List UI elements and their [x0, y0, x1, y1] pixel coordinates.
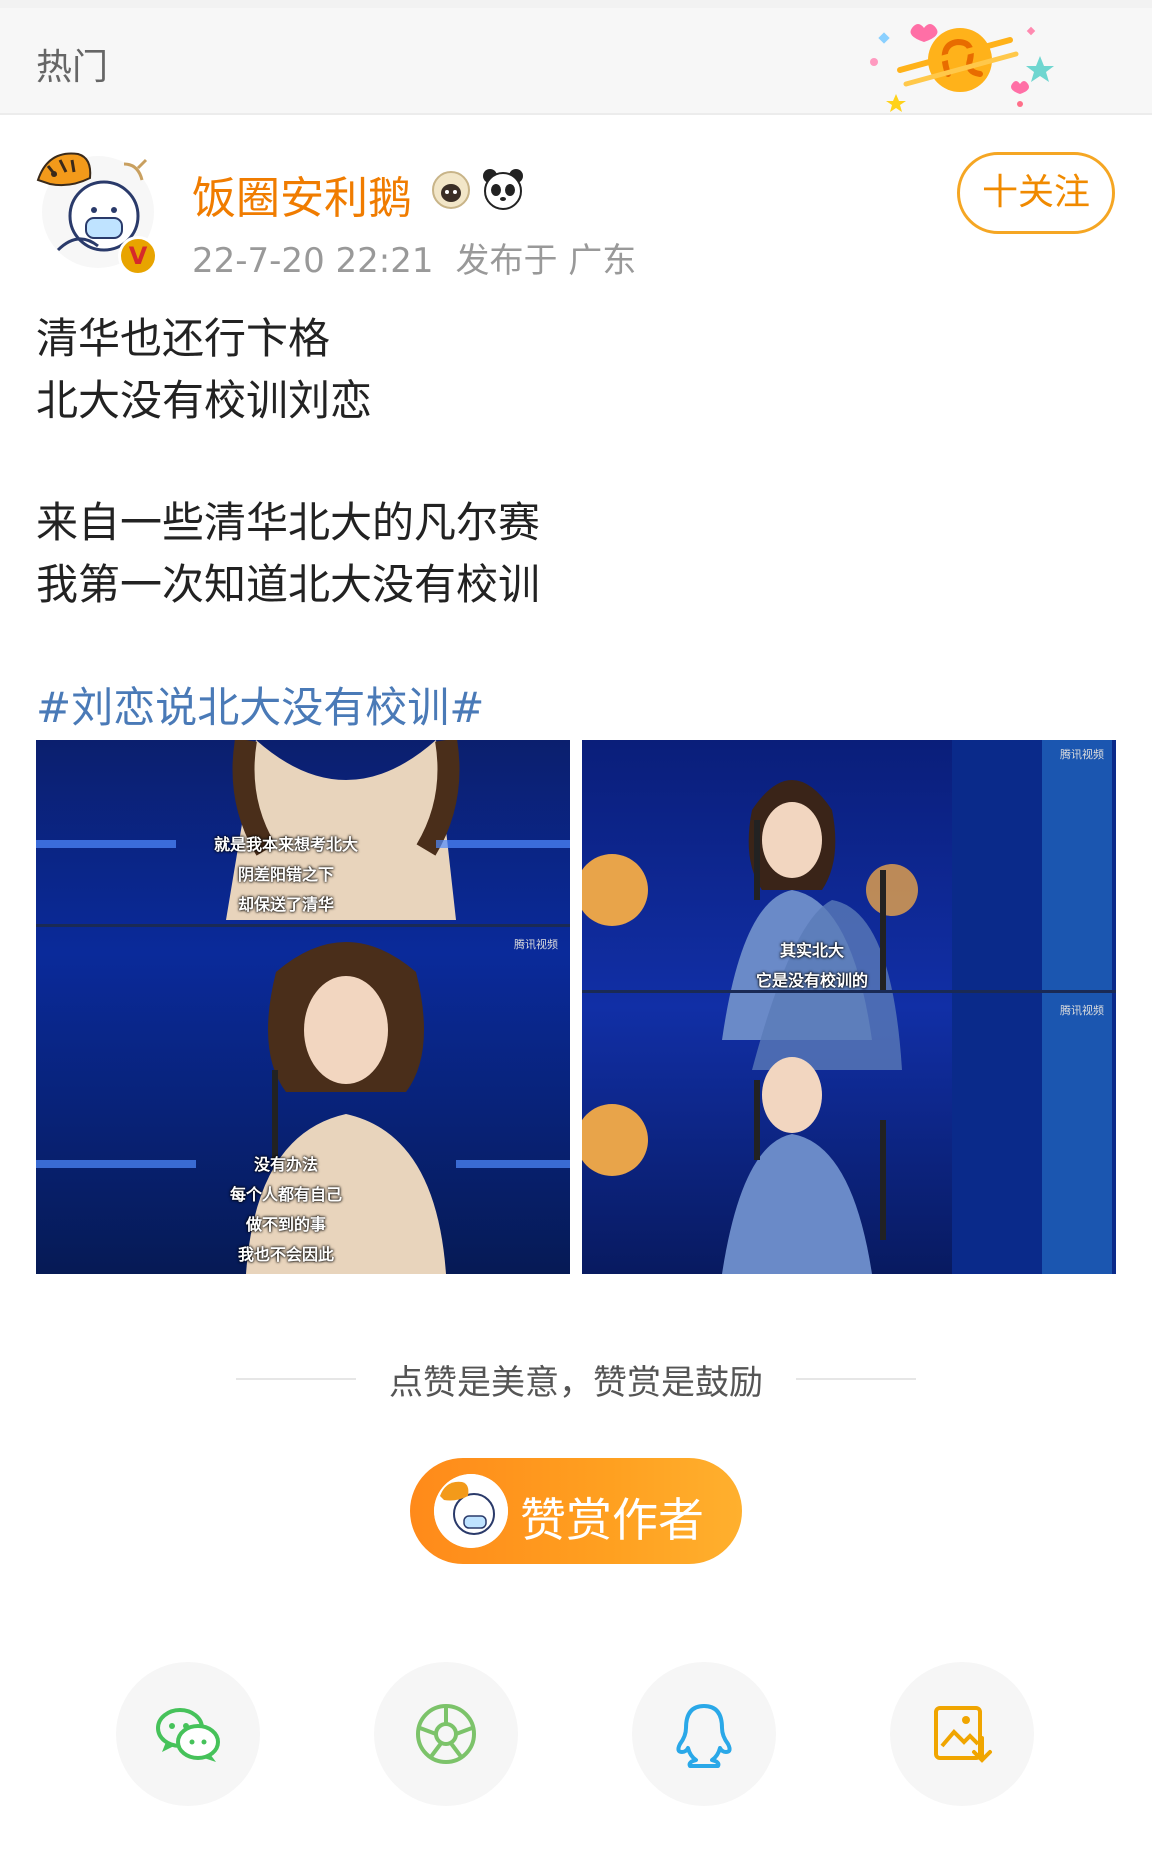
share-wechat[interactable] [116, 1662, 260, 1806]
post-time: 22-7-20 22:21 [192, 241, 434, 281]
reward-author-button[interactable]: 赞赏作者 [410, 1458, 742, 1564]
stage-light [436, 840, 570, 848]
share-save-image[interactable] [890, 1662, 1034, 1806]
post-location: 发布于 广东 [455, 241, 637, 281]
subtitle-caption: 就是我本来想考北大 阴差阳错之下 却保送了清华 [213, 835, 358, 914]
stage-light [456, 1160, 570, 1168]
video-watermark: 腾讯视频 [514, 938, 558, 951]
share-qq[interactable] [632, 1662, 776, 1806]
post-text: 清华也还行卞格 北大没有校训刘恋 来自一些清华北大的凡尔赛 我第一次知道北大没有… [36, 308, 540, 616]
status-strip [0, 0, 1152, 8]
video-watermark: 腾讯视频 [1060, 748, 1104, 761]
save-image-icon [934, 1706, 992, 1763]
share-moments[interactable] [374, 1662, 518, 1806]
stage-light [36, 840, 176, 848]
header-title: 热门 [36, 47, 109, 88]
post-line: 来自一些清华北大的凡尔赛 [36, 498, 541, 547]
image-divider [36, 924, 570, 927]
hashtag-link[interactable]: #刘恋说北大没有校训# [36, 674, 484, 735]
moments-icon [416, 1704, 476, 1764]
header-bar: 热门 [0, 8, 1152, 115]
video-watermark: 腾讯视频 [1060, 1004, 1104, 1017]
stage-scene [582, 740, 1116, 1274]
post-line: 北大没有校训刘恋 [36, 376, 373, 425]
post-image-2[interactable]: 其实北大 它是没有校训的 腾讯视频 腾讯视频 [582, 740, 1116, 1274]
post-meta: 22-7-20 22:21 发布于 广东 [192, 233, 636, 282]
reward-button-label: 赞赏作者 [520, 1493, 704, 1547]
follow-button[interactable]: 十关注 [957, 152, 1115, 234]
sheep-badge-icon [432, 171, 470, 209]
wechat-icon [156, 1708, 220, 1762]
qq-icon [676, 1704, 732, 1768]
post-line: 我第一次知道北大没有校训 [36, 560, 541, 609]
leo-zodiac-icon [870, 24, 1054, 112]
post-image-1[interactable]: 就是我本来想考北大 阴差阳错之下 却保送了清华 没有办法 每个人都有自己 做不到… [36, 740, 570, 1274]
panda-badge-icon [483, 169, 523, 210]
author-avatar-small [434, 1474, 508, 1548]
subtitle-caption: 其实北大 它是没有校训的 [755, 941, 868, 990]
post-line: 清华也还行卞格 [36, 314, 331, 363]
follow-label: 十关注 [981, 172, 1090, 213]
author-name[interactable]: 饭圈安利鹅 [192, 162, 412, 226]
reward-tagline: 点赞是美意，赞赏是鼓励 [389, 1363, 763, 1403]
subtitle-caption: 没有办法 每个人都有自己 做不到的事 我也不会因此 [229, 1155, 342, 1264]
verified-v-icon: V [118, 236, 158, 276]
